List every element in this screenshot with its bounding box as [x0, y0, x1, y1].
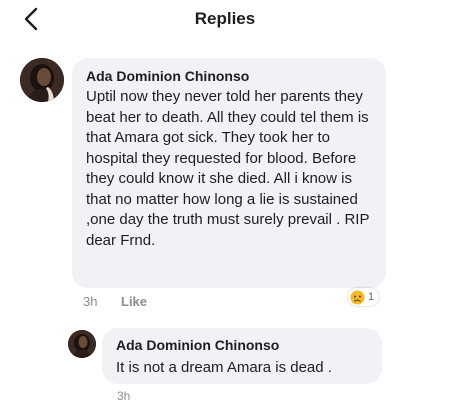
- profile-photo-icon: [20, 58, 64, 102]
- comment-bubble: Ada Dominion Chinonso Uptil now they nev…: [72, 58, 386, 288]
- comment-text: It is not a dream Amara is dead .: [116, 359, 332, 376]
- comment-timestamp: 3h: [83, 294, 98, 309]
- avatar[interactable]: [20, 58, 64, 102]
- comment-timestamp: 3h: [117, 389, 131, 403]
- avatar[interactable]: [68, 330, 96, 358]
- comment-author[interactable]: Ada Dominion Chinonso: [116, 337, 279, 353]
- header-bar: Replies: [0, 0, 450, 40]
- profile-photo-icon: [68, 330, 96, 358]
- comment-author[interactable]: Ada Dominion Chinonso: [86, 68, 249, 84]
- page-title: Replies: [194, 9, 256, 28]
- reaction-badge[interactable]: 1: [348, 288, 380, 306]
- like-button[interactable]: Like: [121, 294, 147, 309]
- comment-bubble: Ada Dominion Chinonso It is not a dream …: [102, 328, 382, 384]
- comment-text: Uptil now they never told her parents th…: [86, 88, 370, 249]
- sad-face-icon: [350, 289, 365, 305]
- reaction-count: 1: [368, 291, 375, 303]
